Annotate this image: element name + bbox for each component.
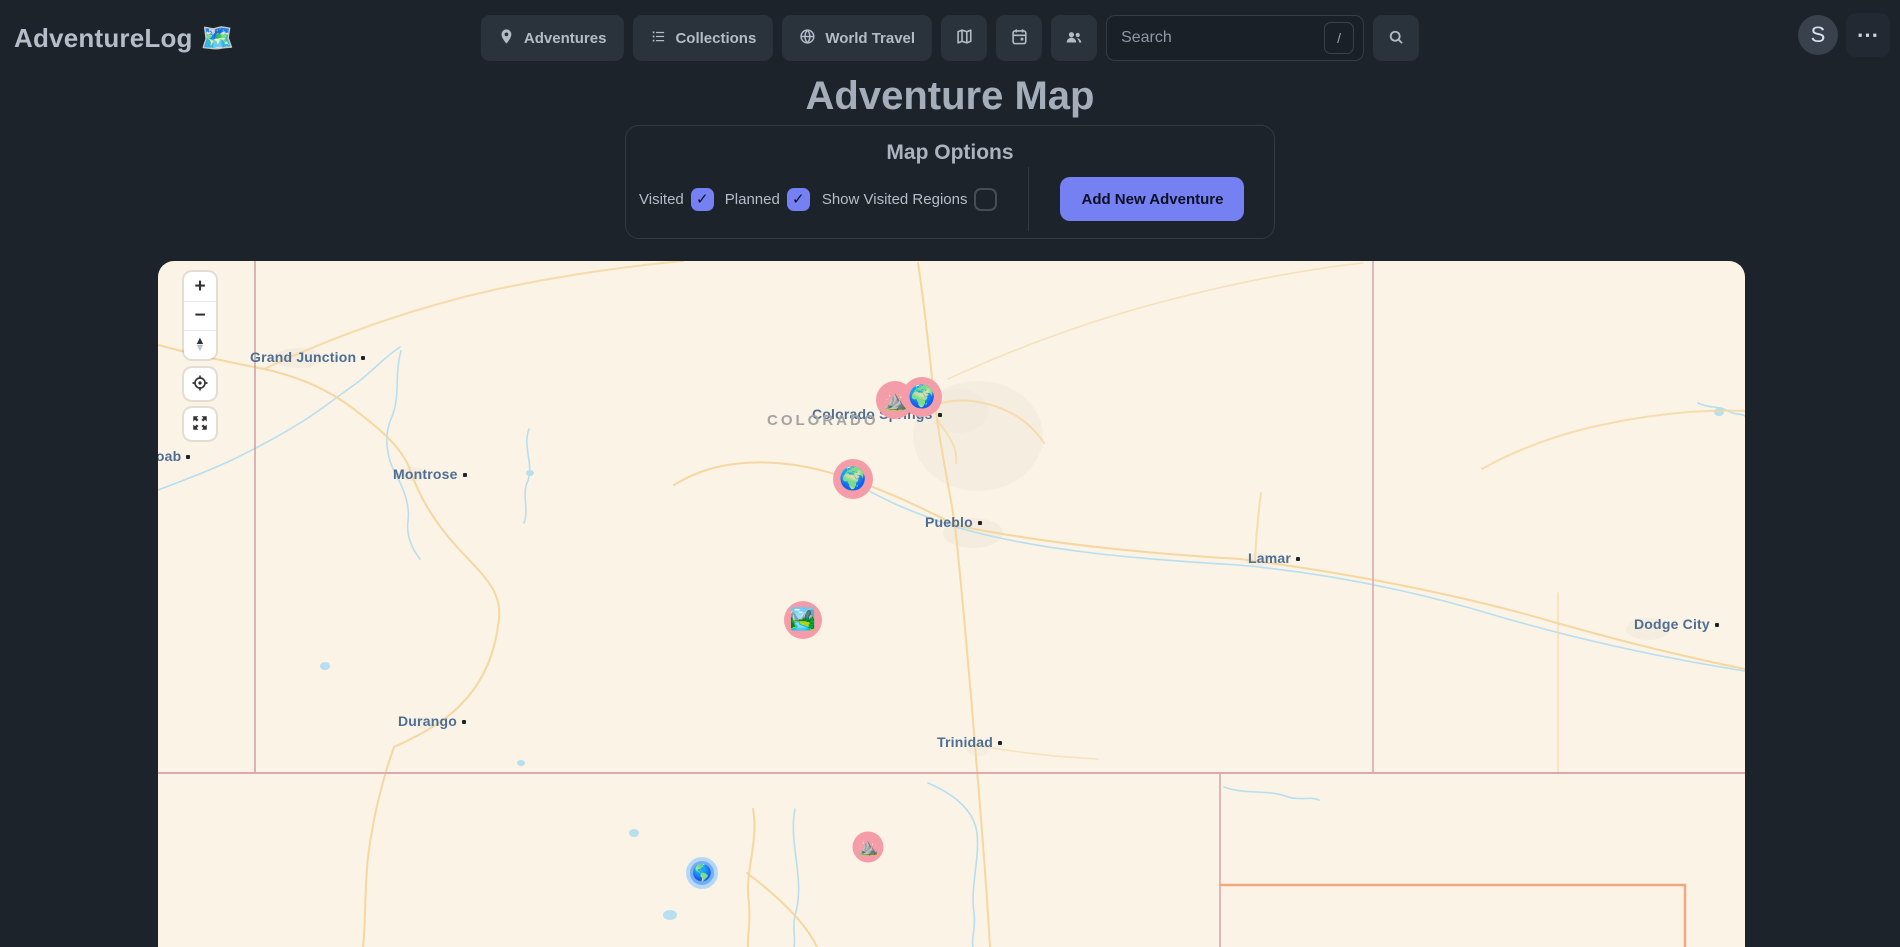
planned-checkbox[interactable] bbox=[787, 188, 810, 211]
users-icon bbox=[1064, 27, 1084, 50]
nav-collections-button[interactable]: Collections bbox=[632, 15, 773, 61]
app-logo-text: AdventureLog bbox=[14, 23, 193, 54]
map-canvas[interactable] bbox=[158, 261, 1745, 947]
map-label-moab: Moab bbox=[158, 448, 190, 464]
show-visited-regions-checkbox[interactable] bbox=[974, 188, 997, 211]
calendar-button[interactable] bbox=[996, 15, 1042, 61]
adventure-marker-national-park[interactable]: 🏞️ bbox=[784, 601, 822, 639]
page-title: Adventure Map bbox=[0, 74, 1900, 119]
zoom-out-button[interactable]: − bbox=[184, 301, 216, 330]
user-avatar[interactable]: S bbox=[1798, 15, 1838, 55]
filter-show-visited-regions[interactable]: Show Visited Regions bbox=[822, 188, 998, 211]
adventure-marker-globe[interactable]: 🌍 bbox=[833, 459, 873, 499]
map-label-dodge-city: Dodge City bbox=[1634, 616, 1719, 632]
map-label-pueblo: Pueblo bbox=[925, 514, 982, 530]
map-label-durango: Durango bbox=[398, 713, 466, 729]
filter-visited[interactable]: Visited bbox=[639, 188, 714, 211]
search-submit-button[interactable] bbox=[1373, 15, 1419, 61]
geolocate-target-icon bbox=[190, 373, 210, 396]
map-options-row: Visited Planned Show Visited Regions Add… bbox=[639, 175, 1274, 223]
city-dot bbox=[463, 473, 467, 477]
fullscreen-expand-icon bbox=[191, 414, 209, 435]
visited-checkbox[interactable] bbox=[691, 188, 714, 211]
map-options-title: Map Options bbox=[626, 141, 1274, 165]
nav-center: Adventures Collections World Travel / bbox=[481, 15, 1419, 61]
city-dot bbox=[1715, 623, 1719, 627]
search-icon bbox=[1387, 28, 1405, 49]
roads bbox=[158, 261, 1745, 947]
zoom-in-button[interactable]: + bbox=[184, 272, 216, 301]
minus-icon: − bbox=[194, 305, 205, 327]
ellipsis-icon: ⋯ bbox=[1857, 22, 1880, 48]
compass-button[interactable]: ▲▼ bbox=[184, 330, 216, 359]
map-options-card: Map Options Visited Planned Show Visited… bbox=[625, 125, 1275, 239]
city-dot bbox=[186, 455, 190, 459]
map-label-lamar: Lamar bbox=[1248, 550, 1300, 566]
options-divider bbox=[1028, 167, 1029, 231]
location-pin-icon bbox=[498, 28, 515, 49]
search-bar: / bbox=[1106, 15, 1364, 61]
city-dot bbox=[1296, 557, 1300, 561]
nav-right: S ⋯ bbox=[1798, 13, 1890, 57]
city-dot bbox=[938, 413, 942, 417]
zoom-control-group: + − ▲▼ bbox=[184, 272, 216, 359]
city-dot bbox=[462, 720, 466, 724]
adventure-marker-mountain[interactable]: ⛰️ bbox=[853, 832, 884, 863]
compass-icon: ▲▼ bbox=[195, 338, 206, 352]
geolocate-button[interactable] bbox=[184, 368, 216, 400]
calendar-icon bbox=[1010, 27, 1029, 49]
plus-icon: + bbox=[194, 276, 205, 298]
state-borders bbox=[158, 261, 1745, 947]
adventure-marker-planned-globe[interactable]: 🌎 bbox=[686, 857, 718, 889]
folded-map-icon bbox=[955, 27, 974, 49]
shared-users-button[interactable] bbox=[1051, 15, 1097, 61]
highlight-region-border bbox=[1220, 885, 1685, 947]
map-label-grand-junction: Grand Junction bbox=[250, 349, 365, 365]
map-label-trinidad: Trinidad bbox=[937, 734, 1002, 750]
list-icon bbox=[649, 28, 666, 49]
add-new-adventure-button[interactable]: Add New Adventure bbox=[1060, 177, 1244, 221]
adventure-map[interactable]: Grand Junction Moab Montrose Colorado Sp… bbox=[158, 261, 1745, 947]
nav-adventures-button[interactable]: Adventures bbox=[481, 15, 624, 61]
map-view-button[interactable] bbox=[941, 15, 987, 61]
adventure-marker-globe[interactable]: 🌍 bbox=[902, 377, 942, 417]
filter-planned[interactable]: Planned bbox=[725, 188, 810, 211]
globe-icon bbox=[799, 28, 816, 49]
nav-world-travel-button[interactable]: World Travel bbox=[782, 15, 932, 61]
app-logo[interactable]: AdventureLog 🗺️ bbox=[14, 22, 234, 54]
city-dot bbox=[361, 356, 365, 360]
lakes bbox=[320, 408, 1724, 920]
map-label-colorado-state: COLORADO bbox=[767, 412, 879, 429]
fullscreen-button[interactable] bbox=[184, 408, 216, 440]
overflow-menu-button[interactable]: ⋯ bbox=[1846, 13, 1890, 57]
map-label-montrose: Montrose bbox=[393, 466, 467, 482]
city-dot bbox=[978, 521, 982, 525]
search-shortcut-kbd: / bbox=[1324, 22, 1354, 54]
urban-areas bbox=[274, 348, 1670, 756]
search-input[interactable] bbox=[1121, 29, 1324, 47]
city-dot bbox=[998, 741, 1002, 745]
navbar: AdventureLog 🗺️ Adventures Collections W… bbox=[0, 0, 1900, 76]
map-emoji-icon: 🗺️ bbox=[201, 22, 235, 54]
